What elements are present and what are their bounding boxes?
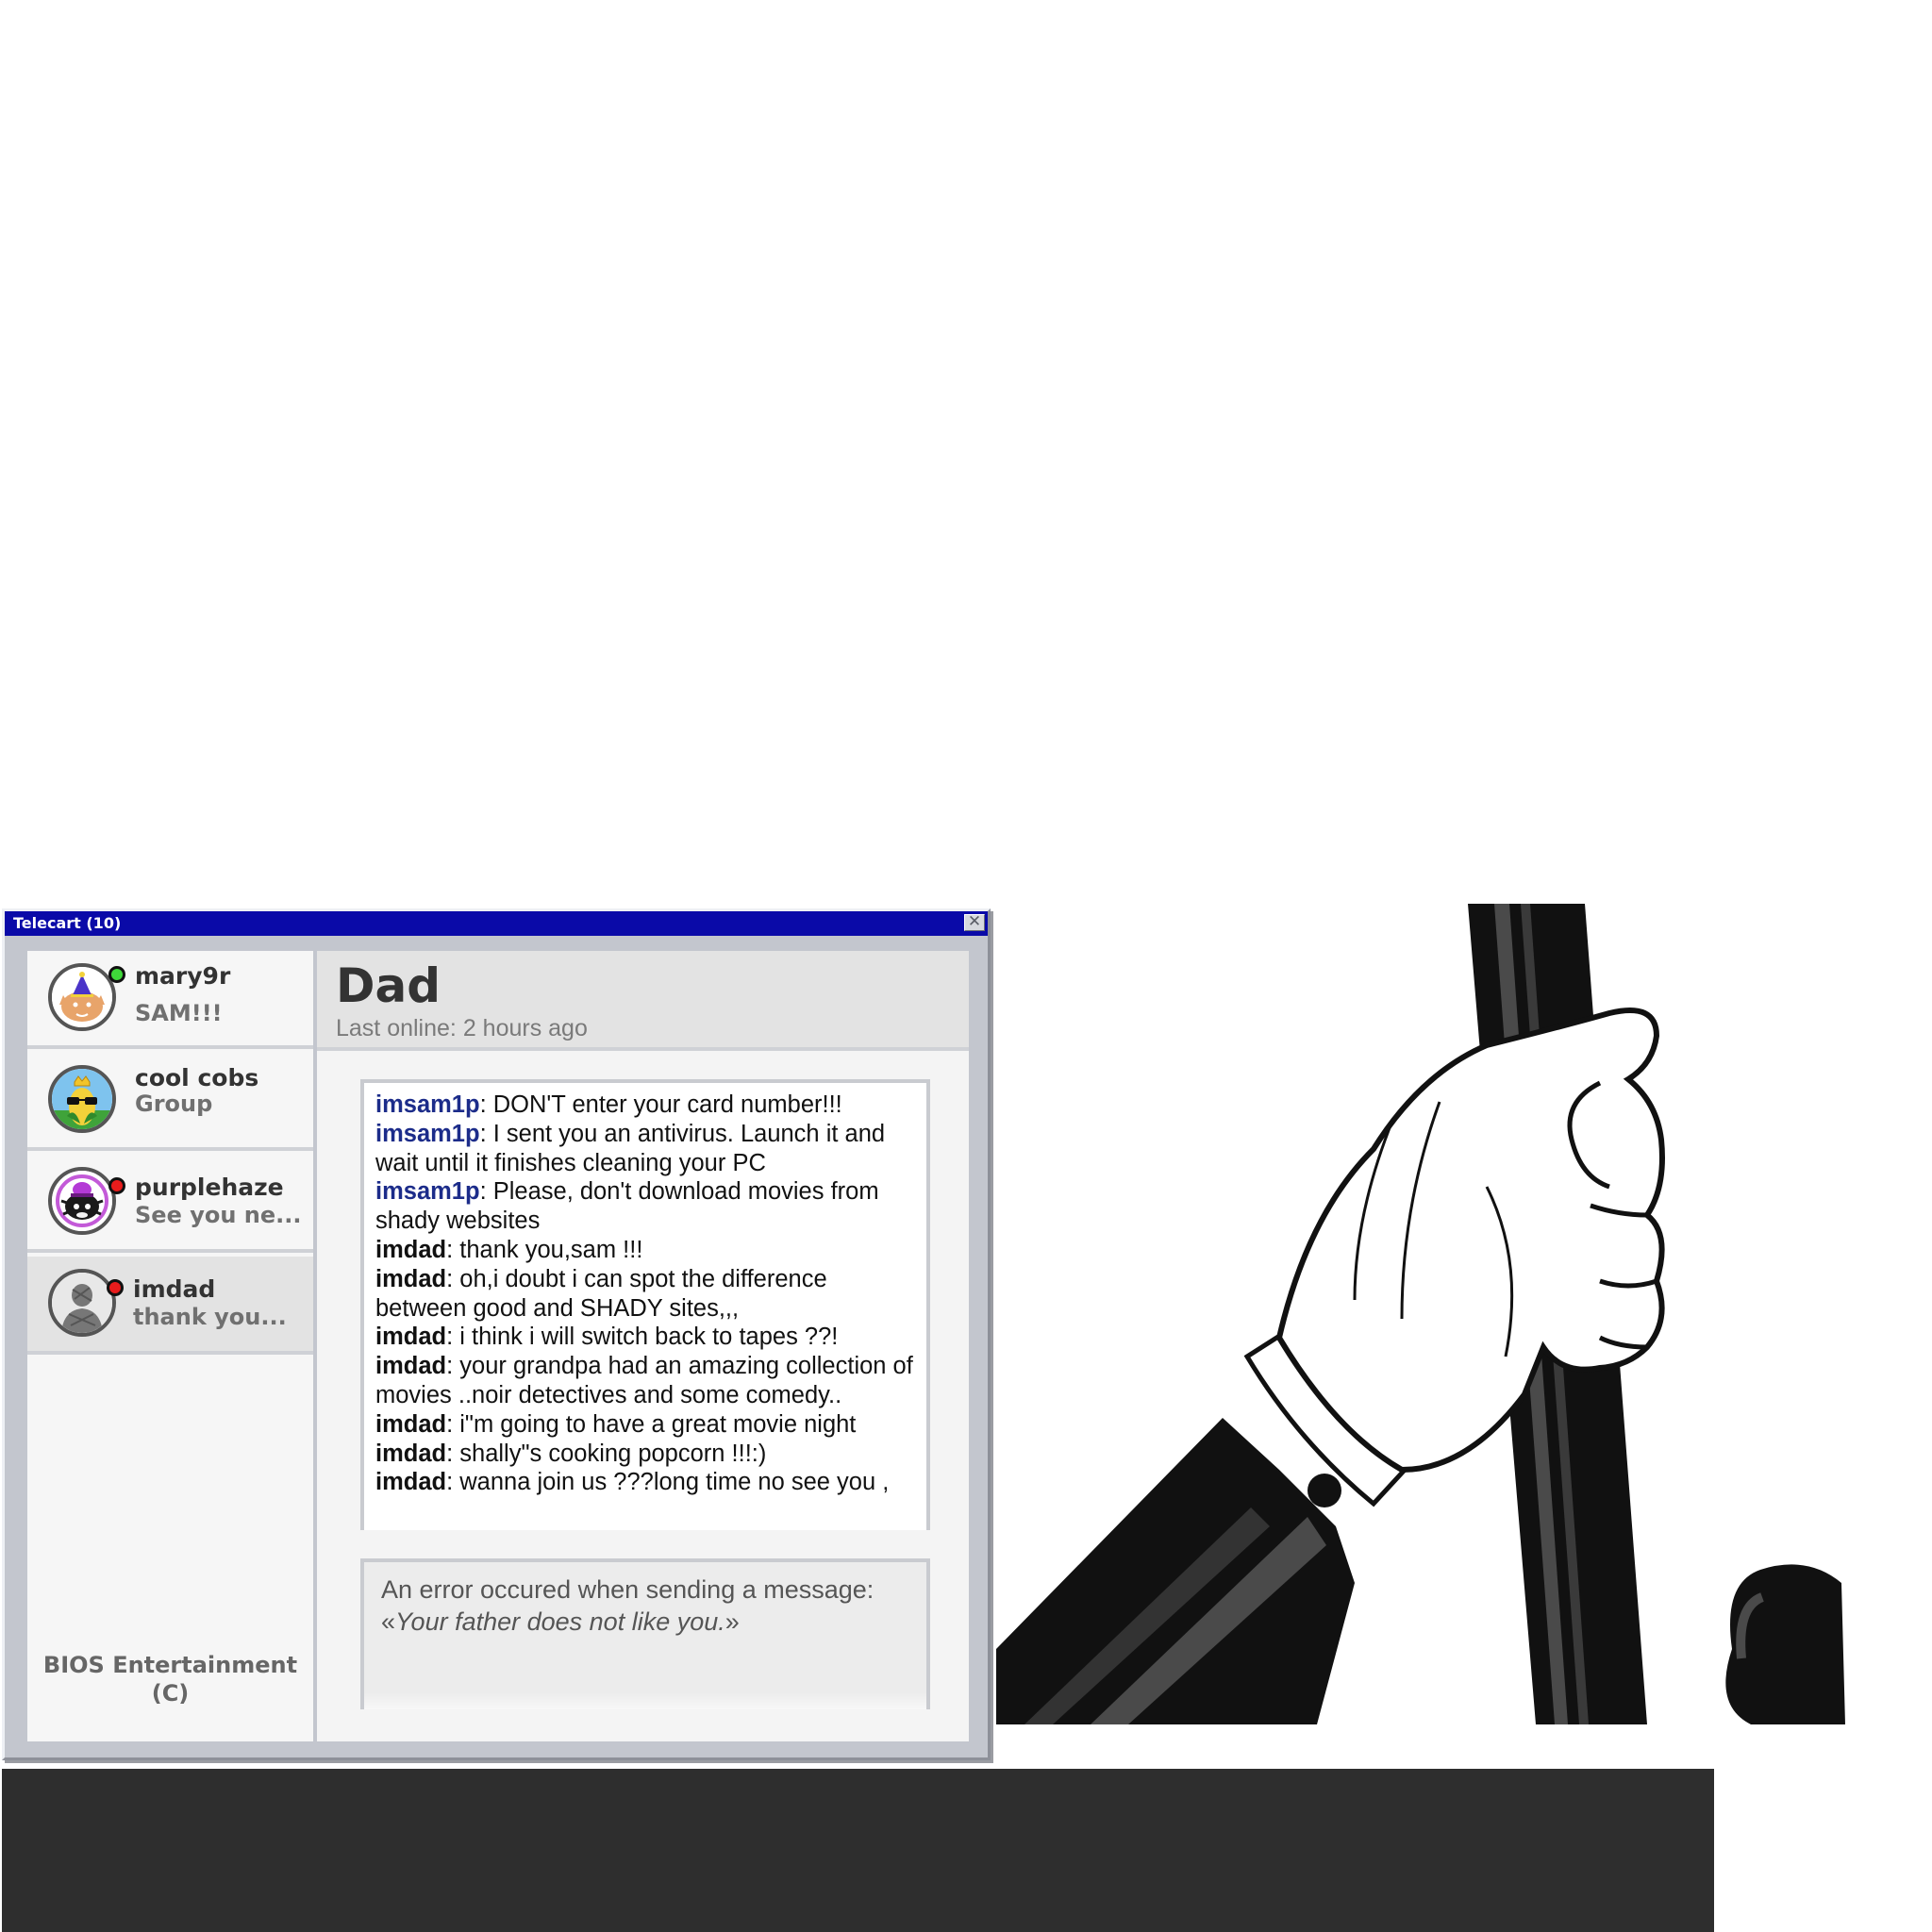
contact-name: imdad [133, 1275, 216, 1303]
message-sender: imsam1p [375, 1178, 480, 1206]
grey-sketch-avatar-icon [48, 1269, 116, 1337]
bottom-panel [2, 1769, 1714, 1932]
message-input-error[interactable]: An error occured when sending a message:… [360, 1558, 930, 1709]
offline-status-icon [107, 1279, 124, 1296]
contact-item-mary9r[interactable]: mary9r SAM!!! [27, 951, 313, 1049]
chat-message: imsam1p: Please, don't download movies f… [375, 1177, 917, 1236]
chat-message: imdad: thank you,sam !!! [375, 1236, 917, 1265]
chat-header: Dad Last online: 2 hours ago [317, 951, 969, 1051]
message-sender: imdad [375, 1324, 447, 1351]
contact-name: mary9r [135, 962, 231, 990]
message-sender: imsam1p [375, 1120, 480, 1147]
message-sender: imsam1p [375, 1091, 480, 1118]
message-sender: imdad [375, 1469, 447, 1496]
purple-hat-creature-avatar-icon [48, 1167, 116, 1235]
chat-message: imsam1p: DON'T enter your card number!!! [375, 1091, 917, 1120]
gloved-hand-gripping-cane-icon [996, 904, 1845, 1724]
message-sender: imdad [375, 1410, 447, 1438]
close-icon: ✕ [967, 912, 982, 931]
party-hat-cat-avatar-icon [48, 963, 116, 1031]
online-status-icon [108, 966, 125, 983]
message-sender: imdad [375, 1236, 447, 1263]
window-client-area: mary9r SAM!!! cool cobs Group purplehaze… [27, 951, 969, 1741]
chat-message: imdad: wanna join us ???long time no see… [375, 1468, 917, 1497]
contact-preview: See you ne... [135, 1202, 302, 1228]
chat-panel: Dad Last online: 2 hours ago imsam1p: DO… [317, 951, 969, 1741]
footer-copyright: (C) [151, 1680, 190, 1707]
message-text: : DON'T enter your card number!!! [479, 1091, 842, 1118]
message-sender: imdad [375, 1440, 447, 1467]
chat-message: imdad: i think i will switch back to tap… [375, 1323, 917, 1352]
contact-item-cool-cobs[interactable]: cool cobs Group [27, 1053, 313, 1151]
contact-preview: Group [135, 1091, 213, 1117]
message-text: : wanna join us ???long time no see you … [446, 1469, 890, 1496]
message-text: : your grandpa had an amazing collection… [375, 1353, 913, 1408]
message-history[interactable]: imsam1p: DON'T enter your card number!!!… [360, 1079, 930, 1530]
last-online-status: Last online: 2 hours ago [336, 1015, 588, 1041]
message-text: : i"m going to have a great movie night [446, 1410, 857, 1438]
contact-item-imdad[interactable]: imdad thank you... [27, 1257, 313, 1355]
chat-message: imdad: shally"s cooking popcorn !!!:) [375, 1440, 917, 1469]
crowned-corn-sunglasses-avatar-icon [48, 1065, 116, 1133]
error-quote: Your father does not like you. [395, 1607, 725, 1636]
sidebar-footer: BIOS Entertainment (C) [27, 1651, 313, 1707]
error-suffix: » [724, 1607, 740, 1636]
message-text: : i think i will switch back to tapes ??… [446, 1324, 839, 1351]
offline-status-icon [108, 1177, 125, 1194]
message-sender: imdad [375, 1353, 447, 1380]
chat-title: Dad [336, 958, 441, 1013]
chat-message: imdad: oh,i doubt i can spot the differe… [375, 1265, 917, 1324]
footer-company: BIOS Entertainment [42, 1652, 298, 1678]
contact-preview: thank you... [133, 1304, 287, 1330]
message-sender: imdad [375, 1265, 447, 1292]
window-titlebar[interactable]: Telecart (10) ✕ [5, 911, 988, 936]
contact-item-purplehaze[interactable]: purplehaze See you ne... [27, 1155, 313, 1253]
contact-preview: SAM!!! [135, 1000, 223, 1026]
chat-message: imdad: your grandpa had an amazing colle… [375, 1352, 917, 1410]
contact-list: mary9r SAM!!! cool cobs Group purplehaze… [27, 951, 313, 1741]
chat-window: Telecart (10) ✕ mary9r SAM!!! cool cobs … [2, 908, 991, 1760]
chat-message: imdad: i"m going to have a great movie n… [375, 1410, 917, 1440]
close-button[interactable]: ✕ [964, 914, 985, 931]
window-title: Telecart (10) [13, 914, 122, 932]
contact-name: purplehaze [135, 1174, 284, 1201]
contact-name: cool cobs [135, 1064, 259, 1091]
message-text: : thank you,sam !!! [446, 1236, 643, 1263]
chat-message: imsam1p: I sent you an antivirus. Launch… [375, 1120, 917, 1178]
message-text: : shally"s cooking popcorn !!!:) [446, 1440, 767, 1467]
